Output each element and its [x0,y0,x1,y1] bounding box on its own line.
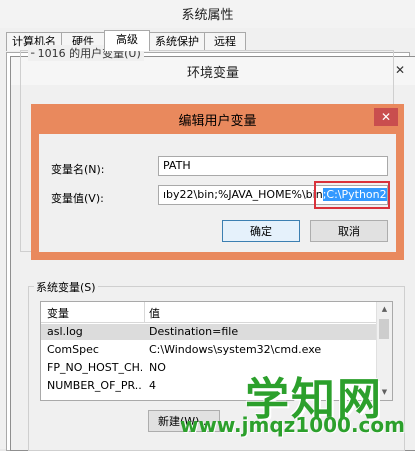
variable-name-label: 变量名(N): [51,163,105,176]
ok-button[interactable]: 确定 [222,220,300,242]
row-variable-value: Destination=file [149,325,239,338]
variable-name-field[interactable]: PATH [158,156,388,176]
row-variable-name: FP_NO_HOST_CH... [47,361,142,374]
dialog-close-icon[interactable]: ✕ [374,108,398,126]
tab-system-protection[interactable]: 系统保护 [149,32,205,51]
scroll-thumb[interactable] [379,319,389,339]
row-variable-value: C:\Windows\system32\cmd.exe [149,343,322,356]
annotation-highlight-box [314,181,390,209]
tab-remote[interactable]: 远程 [204,32,246,51]
list-header: 变量 值 [41,302,376,323]
system-properties-titlebar[interactable]: 系统属性 [0,0,415,28]
site-watermark: 学知网 www.jmqz1000.com [180,363,409,443]
watermark-url: www.jmqz1000.com [179,413,405,437]
variable-name-text: PATH [163,159,191,172]
cancel-button[interactable]: 取消 [310,220,388,242]
table-row[interactable]: ComSpec C:\Windows\system32\cmd.exe [41,342,376,358]
dialog-title: 编辑用户变量 [178,114,257,129]
variable-value-text: ıby22\bin;%JAVA_HOME%\bin [163,188,323,201]
column-divider[interactable] [144,302,145,322]
table-row[interactable]: asl.log Destination=file [41,324,376,340]
scroll-up-icon[interactable]: ▲ [377,302,392,317]
system-properties-title: 系统属性 [181,8,234,23]
column-header-value[interactable]: 值 [149,305,160,321]
variable-value-label: 变量值(V): [51,192,104,205]
row-variable-name: asl.log [47,325,83,338]
row-variable-name: ComSpec [47,343,99,356]
system-variables-label: 系统变量(S) [34,279,98,295]
column-header-variable[interactable]: 变量 [47,305,69,321]
row-variable-name: NUMBER_OF_PR... [47,379,142,392]
tab-advanced[interactable]: 高级 [104,30,150,51]
